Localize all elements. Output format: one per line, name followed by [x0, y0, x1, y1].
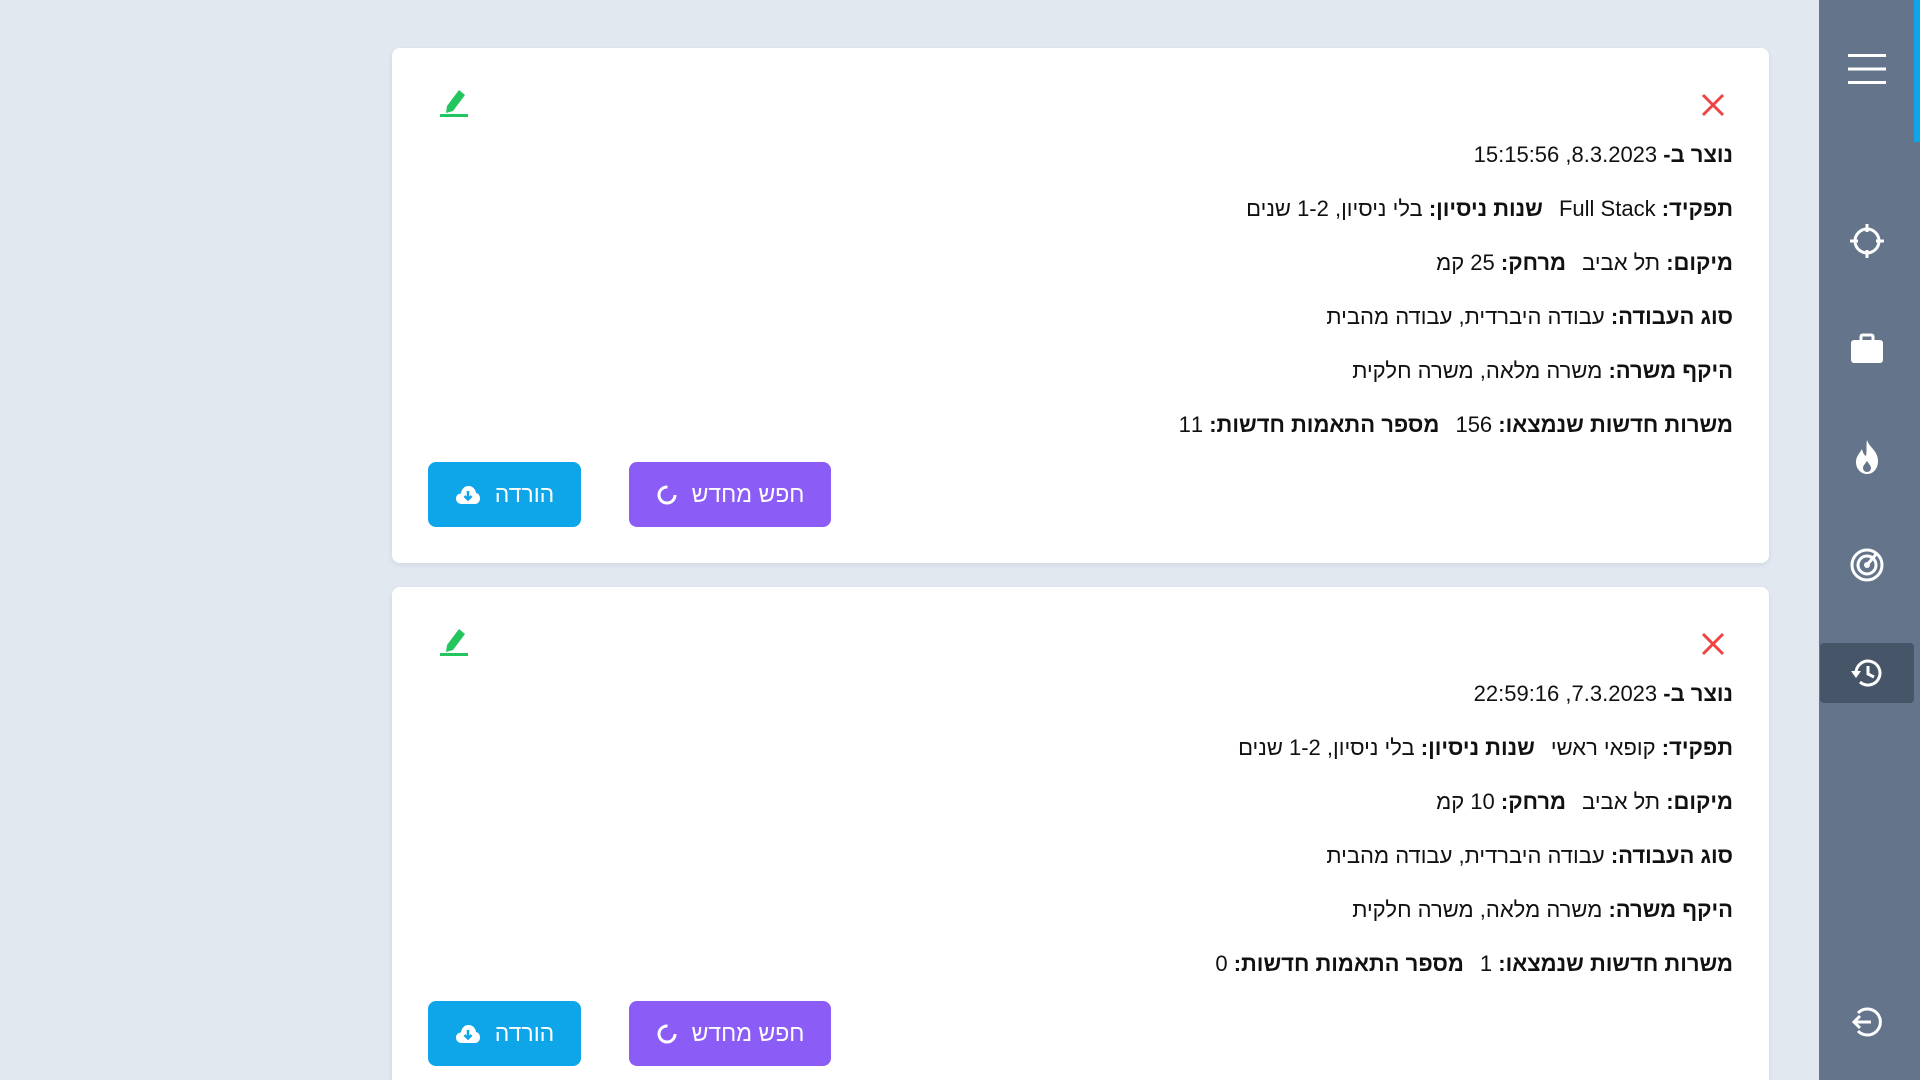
work-type-value: עבודה היברדית, עבודה מהבית	[1326, 843, 1605, 868]
logout-icon	[1851, 1007, 1882, 1037]
new-jobs-value: 1	[1479, 951, 1493, 976]
edit-search-button[interactable]	[436, 623, 472, 659]
job-scope-label: היקף משרה:	[1608, 897, 1733, 922]
distance-label: מרחק:	[1500, 789, 1566, 814]
search-details: נוצר ב- 7.3.2023, 22:59:16 תפקיד: קופאי …	[1215, 677, 1733, 1001]
download-button[interactable]: הורדה	[428, 462, 581, 527]
job-scope-row: היקף משרה: משרה מלאה, משרה חלקית	[1179, 354, 1733, 408]
cloud-download-icon	[455, 1024, 480, 1043]
search-card: נוצר ב- 7.3.2023, 22:59:16 תפקיד: קופאי …	[392, 587, 1769, 1080]
location-label: מיקום:	[1666, 250, 1733, 275]
sidebar-item-search[interactable]	[1820, 211, 1914, 271]
research-button[interactable]: חפש מחדש	[629, 1001, 831, 1066]
pencil-icon	[440, 90, 468, 117]
refresh-icon	[657, 1024, 677, 1043]
menu-icon	[1848, 54, 1886, 84]
crosshair-icon	[1850, 224, 1884, 258]
fire-icon	[1856, 440, 1878, 474]
role-value: Full Stack	[1558, 196, 1656, 221]
job-scope-value: משרה מלאה, משרה חלקית	[1352, 358, 1603, 383]
sidebar-item-history[interactable]	[1820, 643, 1914, 703]
location-row: מיקום: תל אביב מרחק: 10 קמ	[1215, 785, 1733, 839]
experience-label: שנות ניסיון:	[1428, 196, 1543, 221]
research-button-label: חפש מחדש	[691, 1020, 805, 1046]
role-row: תפקיד: Full Stack שנות ניסיון: בלי ניסיו…	[1179, 192, 1733, 246]
job-scope-row: היקף משרה: משרה מלאה, משרה חלקית	[1215, 893, 1733, 947]
research-button-label: חפש מחדש	[691, 481, 805, 507]
briefcase-icon	[1851, 333, 1883, 363]
logout-button[interactable]	[1820, 992, 1914, 1052]
created-at-label: נוצר ב-	[1663, 142, 1733, 167]
distance-value: 25 קמ	[1436, 250, 1495, 275]
experience-value: בלי ניסיון, 1-2 שנים	[1246, 196, 1423, 221]
location-value: תל אביב	[1582, 789, 1661, 814]
role-value: קופאי ראשי	[1550, 735, 1656, 760]
new-matches-value: 0	[1215, 951, 1228, 976]
work-type-value: עבודה היברדית, עבודה מהבית	[1326, 304, 1605, 329]
close-icon	[1701, 93, 1725, 117]
role-label: תפקיד:	[1661, 735, 1733, 760]
created-at-value: 8.3.2023, 15:15:56	[1473, 142, 1658, 167]
location-label: מיקום:	[1666, 789, 1733, 814]
work-type-label: סוג העבודה:	[1610, 304, 1733, 329]
sidebar-item-hot-jobs[interactable]	[1820, 427, 1914, 487]
refresh-icon	[657, 485, 677, 504]
sidebar-item-jobs[interactable]	[1820, 319, 1914, 379]
search-card: נוצר ב- 8.3.2023, 15:15:56 תפקיד: Full S…	[392, 48, 1769, 563]
new-jobs-label: משרות חדשות שנמצאו:	[1498, 951, 1733, 976]
job-scope-value: משרה מלאה, משרה חלקית	[1352, 897, 1603, 922]
new-matches-label: מספר התאמות חדשות:	[1233, 951, 1464, 976]
role-label: תפקיד:	[1661, 196, 1733, 221]
new-jobs-label: משרות חדשות שנמצאו:	[1498, 412, 1733, 437]
cloud-download-icon	[455, 485, 480, 504]
results-row: משרות חדשות שנמצאו: 1 מספר התאמות חדשות:…	[1215, 947, 1733, 1001]
delete-search-button[interactable]	[1695, 626, 1731, 662]
work-type-label: סוג העבודה:	[1610, 843, 1733, 868]
pencil-icon	[440, 629, 468, 656]
menu-button[interactable]	[1820, 39, 1914, 99]
download-button[interactable]: הורדה	[428, 1001, 581, 1066]
research-button[interactable]: חפש מחדש	[629, 462, 831, 527]
history-icon	[1851, 659, 1882, 687]
new-jobs-value: 156	[1455, 412, 1493, 437]
role-row: תפקיד: קופאי ראשי שנות ניסיון: בלי ניסיו…	[1215, 731, 1733, 785]
new-matches-label: מספר התאמות חדשות:	[1209, 412, 1440, 437]
sidebar-scroll-indicator	[1914, 0, 1920, 142]
radar-icon	[1850, 548, 1884, 582]
close-icon	[1701, 632, 1725, 656]
created-at-row: נוצר ב- 8.3.2023, 15:15:56	[1179, 138, 1733, 192]
work-type-row: סוג העבודה: עבודה היברדית, עבודה מהבית	[1179, 300, 1733, 354]
distance-label: מרחק:	[1500, 250, 1566, 275]
delete-search-button[interactable]	[1695, 87, 1731, 123]
location-row: מיקום: תל אביב מרחק: 25 קמ	[1179, 246, 1733, 300]
created-at-label: נוצר ב-	[1663, 681, 1733, 706]
app-page: נוצר ב- 8.3.2023, 15:15:56 תפקיד: Full S…	[0, 0, 1920, 1080]
created-at-value: 7.3.2023, 22:59:16	[1473, 681, 1658, 706]
experience-value: בלי ניסיון, 1-2 שנים	[1238, 735, 1415, 760]
download-button-label: הורדה	[494, 481, 555, 507]
location-value: תל אביב	[1582, 250, 1661, 275]
sidebar-item-radar[interactable]	[1820, 535, 1914, 595]
search-details: נוצר ב- 8.3.2023, 15:15:56 תפקיד: Full S…	[1179, 138, 1733, 462]
distance-value: 10 קמ	[1436, 789, 1495, 814]
created-at-row: נוצר ב- 7.3.2023, 22:59:16	[1215, 677, 1733, 731]
edit-search-button[interactable]	[436, 84, 472, 120]
work-type-row: סוג העבודה: עבודה היברדית, עבודה מהבית	[1215, 839, 1733, 893]
experience-label: שנות ניסיון:	[1420, 735, 1535, 760]
job-scope-label: היקף משרה:	[1608, 358, 1733, 383]
sidebar	[1819, 0, 1920, 1080]
download-button-label: הורדה	[494, 1020, 555, 1046]
new-matches-value: 11	[1178, 412, 1204, 437]
results-row: משרות חדשות שנמצאו: 156 מספר התאמות חדשו…	[1179, 408, 1733, 462]
